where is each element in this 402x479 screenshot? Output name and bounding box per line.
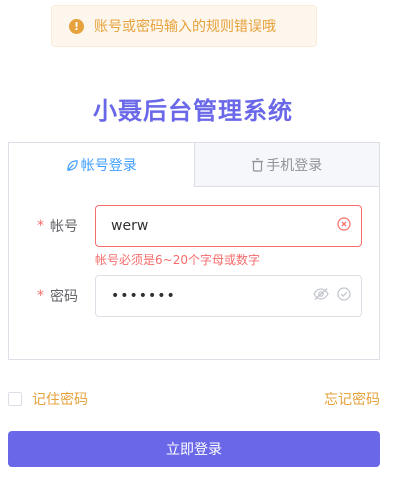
password-input[interactable]: •••••••: [95, 275, 362, 317]
account-error-message: 帐号必须是6~20个字母或数字: [95, 253, 260, 267]
warning-icon: !: [69, 18, 84, 34]
required-mark: *: [37, 218, 44, 234]
checkbox-box[interactable]: [8, 392, 22, 406]
account-label: * 帐号: [37, 205, 92, 247]
required-mark: *: [37, 288, 44, 304]
login-panel: 帐号登录 手机登录 * 帐号 werw 帐号必须是6~20个字母或数字 * 密码: [8, 142, 380, 360]
password-input-value: •••••••: [111, 288, 176, 304]
account-input-value: werw: [111, 218, 149, 234]
eye-off-icon[interactable]: [313, 287, 329, 305]
phone-icon: [251, 157, 264, 172]
account-input[interactable]: werw: [95, 205, 362, 247]
remember-password-label: 记住密码: [32, 392, 88, 408]
login-button[interactable]: 立即登录: [8, 431, 380, 467]
clear-icon[interactable]: [337, 217, 351, 235]
toast-message: 账号或密码输入的规则错误哦: [94, 19, 276, 35]
leaf-icon: [66, 159, 79, 172]
login-tabs: 帐号登录 手机登录: [9, 143, 379, 187]
tab-phone-login-label: 手机登录: [266, 157, 323, 174]
tab-phone-login[interactable]: 手机登录: [193, 143, 379, 187]
tab-account-login-label: 帐号登录: [80, 158, 137, 174]
error-toast: ! 账号或密码输入的规则错误哦: [51, 5, 317, 47]
password-label-text: 密码: [50, 289, 78, 305]
remember-password-checkbox[interactable]: 记住密码: [8, 389, 88, 409]
account-label-text: 帐号: [50, 219, 78, 235]
password-label: * 密码: [37, 275, 92, 317]
check-circle-icon: [337, 287, 351, 305]
tab-account-login[interactable]: 帐号登录: [9, 143, 194, 187]
page-title: 小聂后台管理系统: [93, 97, 293, 125]
forgot-password-link[interactable]: 忘记密码: [324, 389, 380, 409]
